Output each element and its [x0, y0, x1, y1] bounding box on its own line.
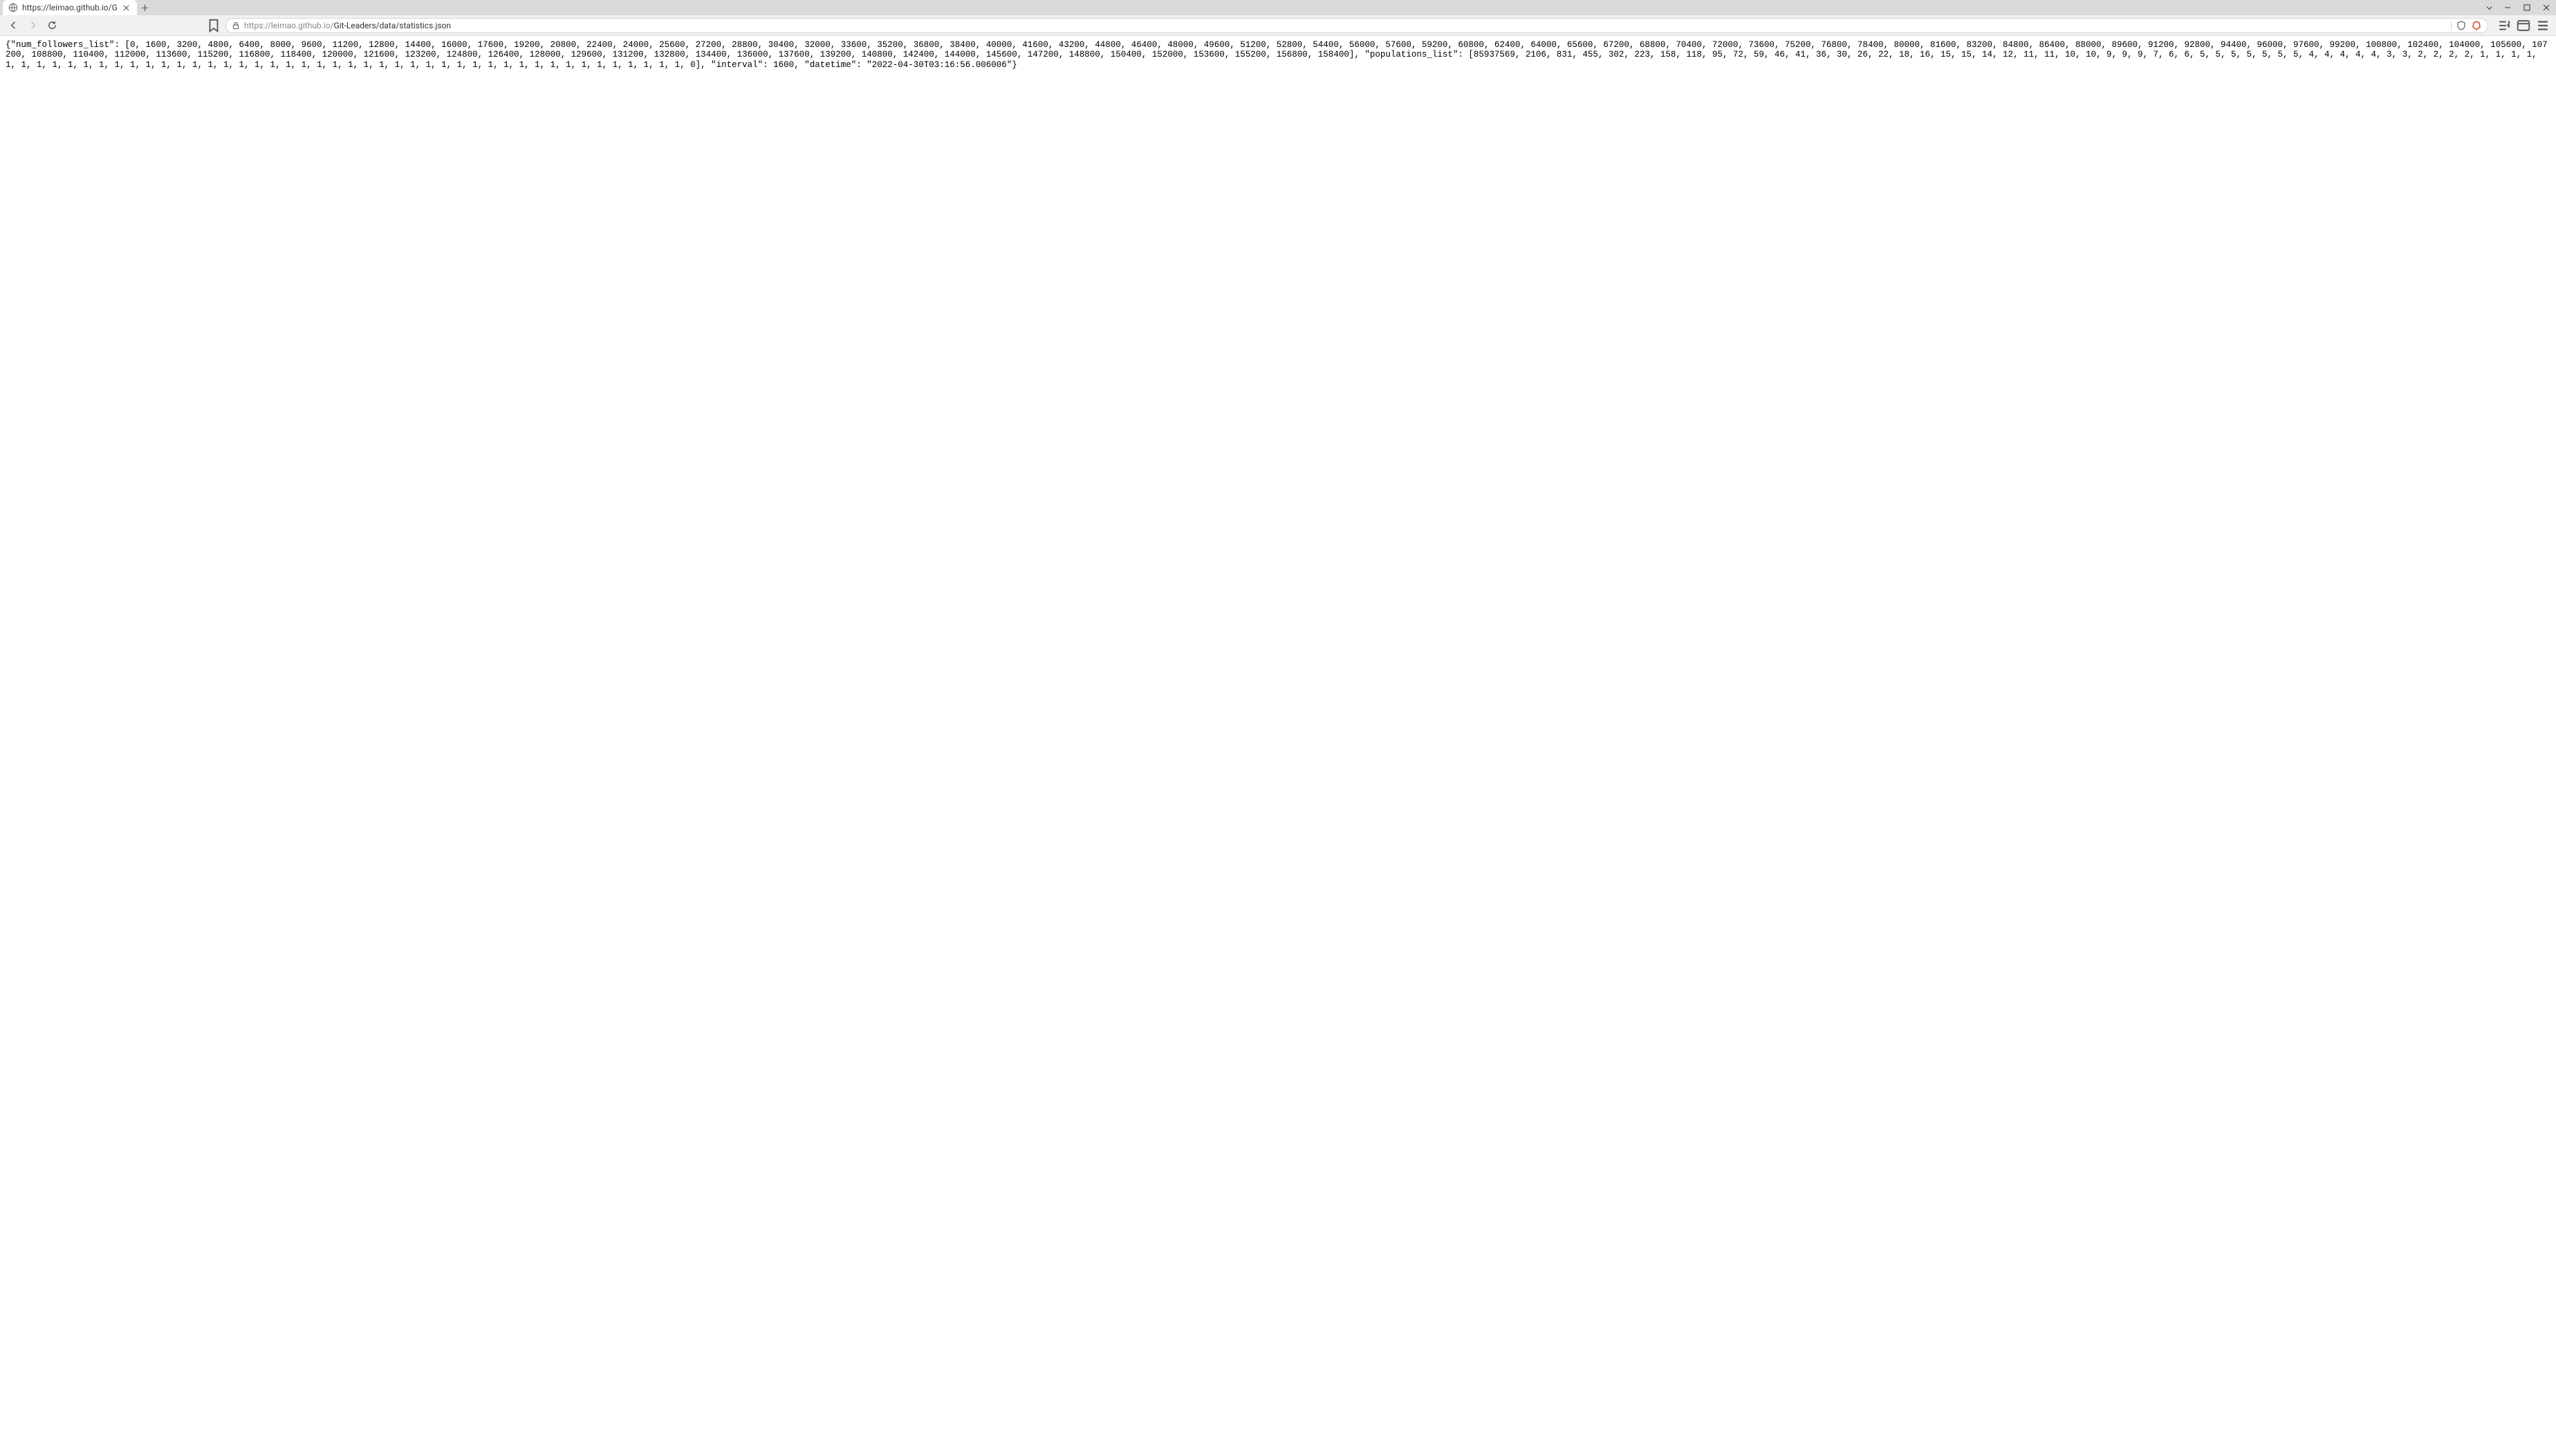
- tab-title: https://leimao.github.io/G: [22, 3, 118, 12]
- url-text: https://leimao.github.io/Git-Leaders/dat…: [244, 21, 2447, 30]
- close-window-button[interactable]: [2537, 0, 2556, 15]
- toolbar-right: [2497, 18, 2550, 33]
- json-content: {"num_followers_list": [0, 1600, 3200, 4…: [0, 36, 2556, 74]
- url-path: Git-Leaders/data/statistics.json: [334, 21, 451, 30]
- tab-strip: https://leimao.github.io/G: [0, 0, 2556, 15]
- close-tab-icon[interactable]: [122, 3, 131, 12]
- brave-icon[interactable]: [2471, 20, 2482, 31]
- back-button[interactable]: [6, 18, 21, 33]
- lock-icon: [232, 21, 240, 30]
- url-host: https://leimao.github.io/: [244, 21, 334, 30]
- addressbar-right: [2451, 20, 2482, 31]
- shield-icon[interactable]: [2456, 20, 2467, 31]
- minimize-button[interactable]: [2498, 0, 2517, 15]
- toolbar: https://leimao.github.io/Git-Leaders/dat…: [0, 15, 2556, 36]
- bookmark-button[interactable]: [206, 18, 221, 33]
- new-tab-button[interactable]: [137, 0, 154, 15]
- menu-button[interactable]: [2535, 18, 2550, 33]
- address-bar[interactable]: https://leimao.github.io/Git-Leaders/dat…: [225, 18, 2488, 33]
- globe-icon: [8, 3, 18, 12]
- separator: [2451, 21, 2452, 30]
- forward-button[interactable]: [25, 18, 40, 33]
- tabstrip-right: [2481, 0, 2556, 15]
- reading-list-button[interactable]: [2497, 18, 2512, 33]
- tab-list-button[interactable]: [2481, 0, 2497, 15]
- sidebar-button[interactable]: [2516, 18, 2531, 33]
- reload-button[interactable]: [44, 18, 59, 33]
- maximize-button[interactable]: [2517, 0, 2537, 15]
- browser-tab[interactable]: https://leimao.github.io/G: [3, 0, 137, 15]
